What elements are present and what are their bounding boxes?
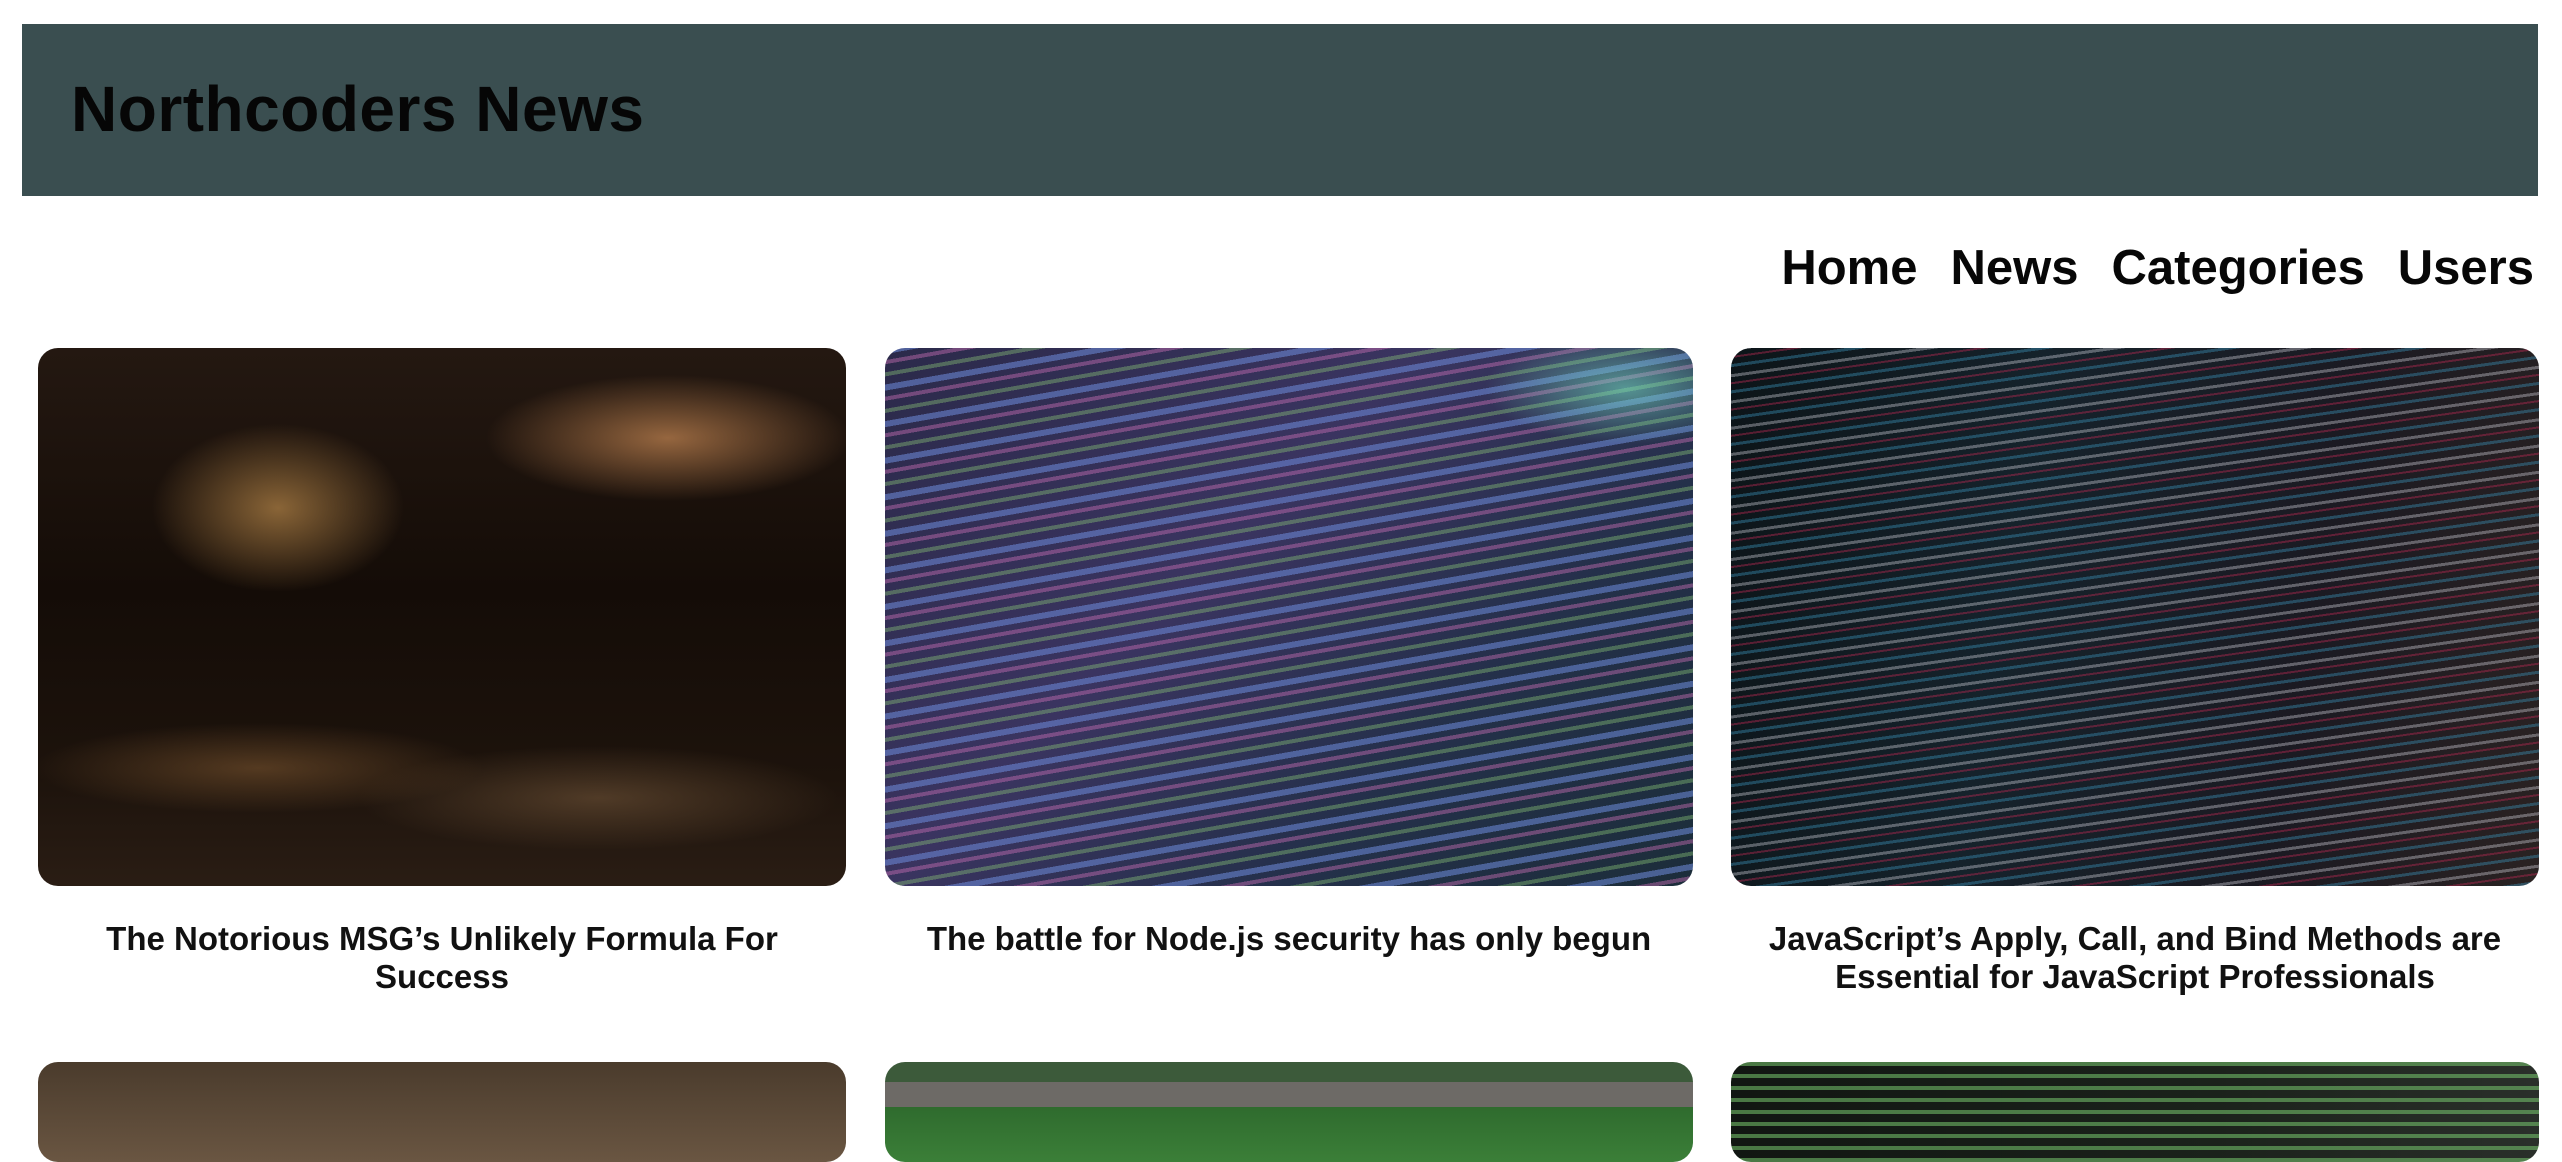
article-image[interactable] [1731,1062,2539,1162]
article-image[interactable] [38,348,846,886]
article-card[interactable] [1731,1062,2539,1162]
site-header: Northcoders News [22,24,2538,196]
article-card[interactable]: JavaScript’s Apply, Call, and Bind Metho… [1731,348,2539,995]
article-image[interactable] [1731,348,2539,886]
main-nav: Home News Categories Users [1781,244,2534,293]
article-image[interactable] [38,1062,846,1162]
article-title[interactable]: JavaScript’s Apply, Call, and Bind Metho… [1731,920,2539,996]
article-title[interactable]: The Notorious MSG’s Unlikely Formula For… [38,920,846,996]
nav-users-link[interactable]: Users [2398,244,2534,293]
article-card[interactable]: The battle for Node.js security has only… [885,348,1693,957]
article-card[interactable] [38,1062,846,1162]
article-card[interactable]: The Notorious MSG’s Unlikely Formula For… [38,348,846,995]
nav-home-link[interactable]: Home [1781,244,1917,293]
article-image[interactable] [885,348,1693,886]
nav-categories-link[interactable]: Categories [2112,244,2365,293]
article-card[interactable] [885,1062,1693,1162]
site-title[interactable]: Northcoders News [71,77,644,141]
article-title[interactable]: The battle for Node.js security has only… [885,920,1693,958]
nav-news-link[interactable]: News [1951,244,2079,293]
article-image[interactable] [885,1062,1693,1162]
